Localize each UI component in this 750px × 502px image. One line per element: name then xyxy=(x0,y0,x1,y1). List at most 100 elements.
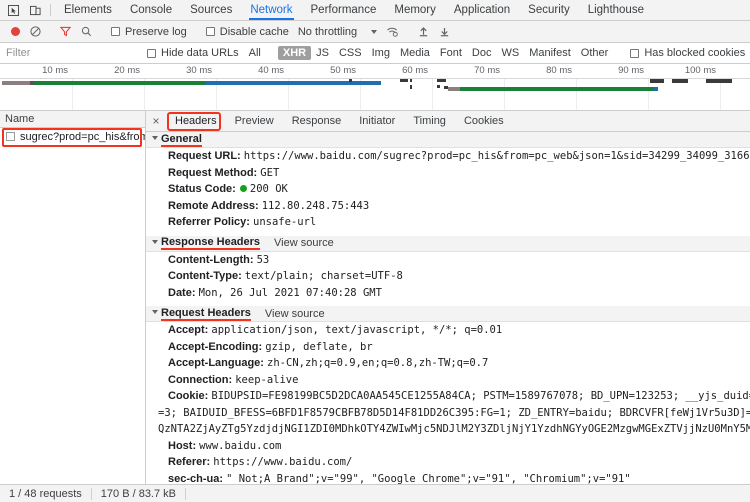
filter-type-xhr-label: XHR xyxy=(282,47,307,59)
filter-input[interactable] xyxy=(0,43,130,63)
network-conditions-button[interactable] xyxy=(381,21,404,42)
tab-console-label: Console xyxy=(129,4,173,16)
headers-detail-content[interactable]: General Request URL: https://www.baidu.c… xyxy=(146,132,750,484)
request-row-sugrec[interactable]: sugrec?prod=pc_his&from=p… xyxy=(0,128,145,145)
preserve-log-checkbox[interactable]: Preserve log xyxy=(106,21,192,42)
inspect-element-icon[interactable] xyxy=(2,0,24,20)
filter-type-doc-label: Doc xyxy=(471,47,492,59)
tab-security-label: Security xyxy=(528,4,570,16)
device-toolbar-icon[interactable] xyxy=(24,0,46,20)
status-transferred: 170 B / 83.7 kB xyxy=(92,485,185,502)
search-button[interactable] xyxy=(76,21,97,42)
waterfall-bar xyxy=(2,81,32,85)
filter-type-doc[interactable]: Doc xyxy=(467,46,497,60)
filter-type-ws-label: WS xyxy=(501,47,520,59)
request-list[interactable]: sugrec?prod=pc_his&from=p… xyxy=(0,128,145,484)
header-name: Remote Address: xyxy=(168,199,259,212)
import-har-button[interactable] xyxy=(413,21,434,42)
header-value: 112.80.248.75:443 xyxy=(261,199,370,212)
header-row-request-url: Request URL: https://www.baidu.com/sugre… xyxy=(146,148,750,165)
filter-type-js-label: JS xyxy=(316,47,329,59)
header-row-date: Date: Mon, 26 Jul 2021 07:40:28 GMT xyxy=(146,285,750,307)
request-detail-pane: × Headers Preview Response Initiator Tim… xyxy=(146,111,750,484)
disable-cache-label: Disable cache xyxy=(219,25,289,38)
filter-type-manifest[interactable]: Manifest xyxy=(524,46,576,60)
close-icon[interactable]: × xyxy=(146,114,166,128)
filter-type-media[interactable]: Media xyxy=(395,46,435,60)
network-overview-timeline[interactable]: 10 ms 20 ms 30 ms 40 ms 50 ms 60 ms 70 m… xyxy=(0,64,750,111)
section-request-headers-title-text: Request Headers xyxy=(161,306,251,321)
tab-security[interactable]: Security xyxy=(519,0,579,20)
detail-tab-initiator[interactable]: Initiator xyxy=(350,111,404,131)
hide-data-urls-label: Hide data URLs xyxy=(161,47,239,59)
network-conditions-icon xyxy=(387,27,398,37)
filter-toggle-button[interactable] xyxy=(55,21,76,42)
disable-cache-checkbox[interactable]: Disable cache xyxy=(201,21,294,42)
detail-tab-preview[interactable]: Preview xyxy=(226,111,283,131)
hide-data-urls-checkbox[interactable]: Hide data URLs xyxy=(142,47,244,59)
tab-application[interactable]: Application xyxy=(445,0,519,20)
section-request-headers-header[interactable]: Request Headers View source xyxy=(146,306,750,322)
detail-tab-headers[interactable]: Headers xyxy=(166,111,226,131)
waterfall-marker xyxy=(349,79,352,82)
waterfall-marker xyxy=(706,79,732,83)
header-name: Connection: xyxy=(168,373,233,386)
tab-sources[interactable]: Sources xyxy=(181,0,241,20)
section-general-title: General xyxy=(152,133,202,147)
detail-tab-headers-label: Headers xyxy=(175,115,217,127)
section-response-headers-header[interactable]: Response Headers View source xyxy=(146,235,750,252)
preserve-log-box xyxy=(111,27,120,36)
has-blocked-cookies-box xyxy=(630,48,640,58)
tab-memory[interactable]: Memory xyxy=(385,0,445,20)
request-view-source-link[interactable]: View source xyxy=(265,308,325,320)
filter-type-js[interactable]: JS xyxy=(311,46,334,60)
tab-console[interactable]: Console xyxy=(121,0,181,20)
filter-type-img[interactable]: Img xyxy=(367,46,395,60)
tab-elements[interactable]: Elements xyxy=(55,0,121,20)
tab-network[interactable]: Network xyxy=(241,0,301,20)
detail-tab-cookies[interactable]: Cookies xyxy=(455,111,513,131)
header-value: text/plain; charset=UTF-8 xyxy=(244,270,403,282)
header-name: Request URL: xyxy=(168,150,241,162)
waterfall-marker xyxy=(400,79,408,82)
detail-tab-response[interactable]: Response xyxy=(283,111,351,131)
tick-label-80ms: 80 ms xyxy=(546,65,572,76)
has-blocked-cookies-checkbox[interactable]: Has blocked cookies xyxy=(625,47,750,59)
header-name: Referrer Policy: xyxy=(168,216,250,228)
tab-performance[interactable]: Performance xyxy=(302,0,386,20)
filter-type-other[interactable]: Other xyxy=(576,46,614,60)
search-icon xyxy=(81,26,92,37)
section-general-header[interactable]: General xyxy=(146,132,750,148)
tab-lighthouse[interactable]: Lighthouse xyxy=(579,0,653,20)
waterfall-bar xyxy=(460,87,654,91)
throttling-select[interactable]: No throttling xyxy=(294,26,381,38)
section-response-headers-title-text: Response Headers xyxy=(161,236,261,250)
detail-tab-cookies-label: Cookies xyxy=(463,115,504,127)
record-button[interactable] xyxy=(6,21,25,42)
clear-button[interactable] xyxy=(25,21,46,42)
header-name: Date: xyxy=(168,286,196,299)
status-requests-count: 1 / 48 requests xyxy=(0,485,91,502)
tab-lighthouse-label: Lighthouse xyxy=(587,4,644,16)
filter-type-xhr[interactable]: XHR xyxy=(277,46,312,60)
filter-type-ws[interactable]: WS xyxy=(496,46,524,60)
request-list-column-header[interactable]: Name xyxy=(0,111,145,128)
waterfall-marker xyxy=(672,79,688,83)
request-row-checkbox[interactable] xyxy=(6,132,15,141)
funnel-icon xyxy=(60,26,71,37)
devtools-main-tabbar: Elements Console Sources Network Perform… xyxy=(0,0,750,21)
header-value: 53 xyxy=(256,253,270,266)
detail-tab-timing[interactable]: Timing xyxy=(404,111,455,131)
header-name: Content-Length: xyxy=(168,253,254,266)
filter-type-css[interactable]: CSS xyxy=(334,46,367,60)
export-har-button[interactable] xyxy=(434,21,455,42)
header-value: 200 OK xyxy=(249,183,288,195)
detail-tab-preview-label: Preview xyxy=(234,115,274,127)
filter-type-font[interactable]: Font xyxy=(435,46,467,60)
tick-label-60ms: 60 ms xyxy=(402,65,428,76)
filter-type-all[interactable]: All xyxy=(244,46,266,60)
export-har-icon xyxy=(441,28,449,37)
filter-type-all-label: All xyxy=(248,47,261,59)
header-name: Accept-Language: xyxy=(168,357,264,369)
response-view-source-link[interactable]: View source xyxy=(274,237,334,249)
